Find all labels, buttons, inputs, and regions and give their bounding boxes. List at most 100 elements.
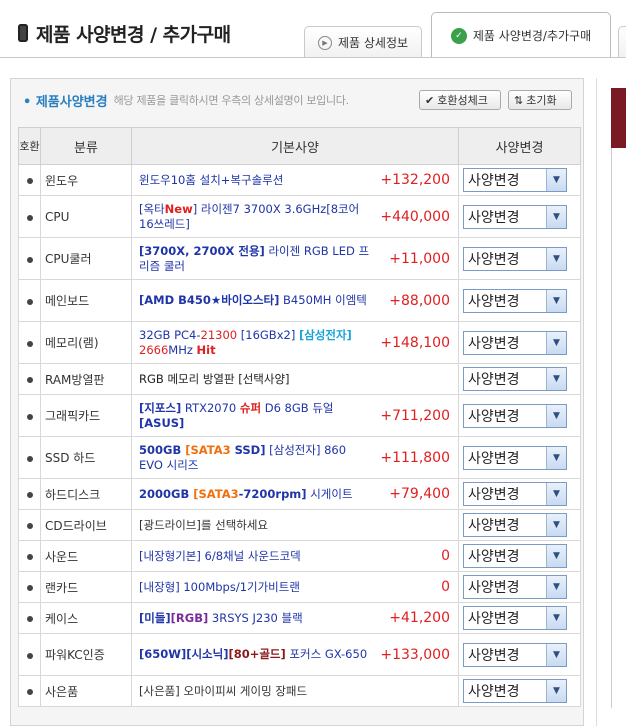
table-row[interactable]: 메인보드 [AMD B450★바이오스타] B450MH 이엠텍 +88,000…	[18, 279, 581, 322]
table-header-row: 호환 분류 기본사양 사양변경	[18, 127, 581, 165]
spec-select[interactable]: 사양변경 ▼	[463, 513, 567, 537]
row-spec[interactable]: RGB 메모리 방열판 [선택사양]	[131, 363, 459, 395]
row-price: +41,200	[389, 610, 450, 626]
spec-text: 시게이트	[306, 486, 353, 501]
chevron-down-icon: ▼	[546, 680, 566, 702]
row-spec[interactable]: 500GB [SATA3 SSD] [삼성전자] 860 EVO 시리즈 +11…	[131, 436, 459, 479]
spec-text: -7200rpm]	[238, 486, 307, 501]
spec-select[interactable]: 사양변경 ▼	[463, 642, 567, 667]
chevron-down-icon: ▼	[546, 483, 566, 505]
select-label: 사양변경	[468, 335, 520, 352]
spec-select[interactable]: 사양변경 ▼	[463, 288, 567, 313]
row-spec[interactable]: 윈도우10홈 설치+복구솔루션 +132,200	[131, 164, 459, 196]
col-hohwan: 호환	[18, 127, 41, 165]
spec-text: [AMD B450	[139, 293, 211, 307]
row-price: +79,400	[389, 486, 450, 502]
row-spec[interactable]: [650W][시소닉][80+골드] 포커스 GX-650 +133,000	[131, 633, 459, 676]
row-spec[interactable]: [옥타New] 라이젠7 3700X 3.6GHz[8코어16쓰레드] +440…	[131, 195, 459, 238]
spec-text: 32GB PC4-	[139, 327, 201, 342]
select-label: 사양변경	[468, 611, 520, 627]
row-spec[interactable]: [미들][RGB] 3RSYS J230 블랙 +41,200	[131, 602, 459, 634]
row-price: 0	[441, 579, 450, 595]
table-row[interactable]: 사은품 [사은품] 오마이피씨 게이밍 장패드 사양변경 ▼	[18, 675, 581, 707]
table-row[interactable]: CPU [옥타New] 라이젠7 3700X 3.6GHz[8코어16쓰레드] …	[18, 195, 581, 238]
chevron-down-icon: ▼	[546, 643, 566, 666]
table-row[interactable]: 케이스 [미들][RGB] 3RSYS J230 블랙 +41,200 사양변경…	[18, 602, 581, 634]
row-spec[interactable]: [사은품] 오마이피씨 게이밍 장패드	[131, 675, 459, 707]
table-row[interactable]: 윈도우 윈도우10홈 설치+복구솔루션 +132,200 사양변경 ▼	[18, 164, 581, 196]
spec-select[interactable]: 사양변경 ▼	[463, 330, 567, 355]
table-row[interactable]: 파워KC인증 [650W][시소닉][80+골드] 포커스 GX-650 +13…	[18, 633, 581, 676]
spec-text: [ASUS]	[139, 415, 185, 430]
spec-text: 2000GB	[139, 486, 194, 501]
row-category: 그래픽카드	[40, 394, 132, 437]
spec-select[interactable]: 사양변경 ▼	[463, 246, 567, 271]
row-category: 사은품	[40, 675, 132, 707]
row-spec[interactable]: [AMD B450★바이오스타] B450MH 이엠텍 +88,000	[131, 279, 459, 322]
chevron-down-icon: ▼	[546, 368, 566, 390]
tab-extra[interactable]	[618, 26, 626, 58]
spec-text: 슈퍼	[239, 400, 262, 415]
spec-select[interactable]: 사양변경 ▼	[463, 403, 567, 428]
table-row[interactable]: CD드라이브 [광드라이브]를 선택하세요 사양변경 ▼	[18, 509, 581, 541]
spec-text: 21300	[200, 327, 238, 342]
row-spec[interactable]: [내장형] 100Mbps/1기가비트랜 0	[131, 571, 459, 603]
compat-check-button[interactable]: ✔ 호환성체크	[419, 90, 501, 110]
select-label: 사양변경	[468, 684, 520, 700]
chevron-down-icon: ▼	[546, 404, 566, 427]
spec-select-cell: 사양변경 ▼	[458, 164, 581, 196]
row-category: 파워KC인증	[40, 633, 132, 676]
spec-select-cell: 사양변경 ▼	[458, 571, 581, 603]
spec-select-cell: 사양변경 ▼	[458, 633, 581, 676]
row-category: CD드라이브	[40, 509, 132, 541]
spec-select[interactable]: 사양변경 ▼	[463, 367, 567, 391]
table-row[interactable]: 메모리(램) 32GB PC4-21300 [16GBx2] [삼성전자] 26…	[18, 321, 581, 364]
row-spec[interactable]: [광드라이브]를 선택하세요	[131, 509, 459, 541]
spec-select-cell: 사양변경 ▼	[458, 436, 581, 479]
table-row[interactable]: 그래픽카드 [지포스] RTX2070 슈퍼 D6 8GB 듀얼 [ASUS] …	[18, 394, 581, 437]
spec-select-cell: 사양변경 ▼	[458, 509, 581, 541]
spec-select[interactable]: 사양변경 ▼	[463, 679, 567, 703]
chevron-down-icon: ▼	[546, 576, 566, 598]
spec-select[interactable]: 사양변경 ▼	[463, 445, 567, 470]
spec-select[interactable]: 사양변경 ▼	[463, 168, 567, 192]
row-spec[interactable]: [지포스] RTX2070 슈퍼 D6 8GB 듀얼 [ASUS] +711,2…	[131, 394, 459, 437]
col-change: 사양변경	[458, 127, 581, 165]
tab-spec-change[interactable]: ✓ 제품 사양변경/추가구매	[431, 12, 611, 58]
spec-select[interactable]: 사양변경 ▼	[463, 575, 567, 599]
spec-select[interactable]: 사양변경 ▼	[463, 482, 567, 506]
row-spec[interactable]: [내장형기본] 6/8채널 사운드코덱 0	[131, 540, 459, 572]
table-row[interactable]: CPU쿨러 [3700X, 2700X 전용] 라이젠 RGB LED 프리즘 …	[18, 237, 581, 280]
compat-dot	[18, 571, 41, 603]
reset-button[interactable]: ⇅ 초기화	[508, 90, 572, 110]
row-price: +148,100	[380, 334, 450, 351]
spec-text: D6 8GB 듀얼	[261, 400, 334, 415]
spec-text: [사은품] 오마이피씨 게이밍 장패드	[139, 683, 308, 698]
side-divider	[611, 148, 626, 708]
table-row[interactable]: 사운드 [내장형기본] 6/8채널 사운드코덱 0 사양변경 ▼	[18, 540, 581, 572]
table-row[interactable]: RAM방열판 RGB 메모리 방열판 [선택사양] 사양변경 ▼	[18, 363, 581, 395]
table-row[interactable]: 하드디스크 2000GB [SATA3-7200rpm] 시게이트 +79,40…	[18, 478, 581, 510]
select-label: 사양변경	[468, 450, 520, 467]
table-row[interactable]: SSD 하드 500GB [SATA3 SSD] [삼성전자] 860 EVO …	[18, 436, 581, 479]
spec-text: [SATA3	[185, 442, 235, 457]
table-row[interactable]: 랜카드 [내장형] 100Mbps/1기가비트랜 0 사양변경 ▼	[18, 571, 581, 603]
spec-select[interactable]: 사양변경 ▼	[463, 606, 567, 630]
row-price: +440,000	[380, 208, 450, 225]
spec-select-cell: 사양변경 ▼	[458, 540, 581, 572]
spec-select[interactable]: 사양변경 ▼	[463, 204, 567, 229]
row-category: 하드디스크	[40, 478, 132, 510]
tab-product-detail[interactable]: ▶ 제품 상세정보	[304, 26, 422, 58]
row-category: SSD 하드	[40, 436, 132, 479]
row-spec[interactable]: [3700X, 2700X 전용] 라이젠 RGB LED 프리즘 쿨러 +11…	[131, 237, 459, 280]
spec-select[interactable]: 사양변경 ▼	[463, 544, 567, 568]
row-spec[interactable]: 2000GB [SATA3-7200rpm] 시게이트 +79,400	[131, 478, 459, 510]
row-price: 0	[441, 548, 450, 564]
row-category: 케이스	[40, 602, 132, 634]
chevron-down-icon: ▼	[546, 331, 566, 354]
select-label: 사양변경	[468, 293, 520, 310]
row-category: 메모리(램)	[40, 321, 132, 364]
row-category: 사운드	[40, 540, 132, 572]
row-price: +111,800	[380, 449, 450, 466]
row-spec[interactable]: 32GB PC4-21300 [16GBx2] [삼성전자] 2666MHz H…	[131, 321, 459, 364]
